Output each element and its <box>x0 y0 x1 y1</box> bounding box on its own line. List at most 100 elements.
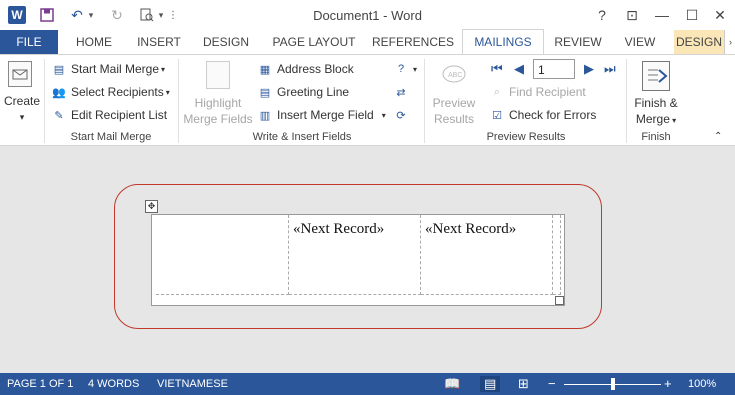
tab-table-design[interactable]: DESIGN <box>674 30 724 54</box>
zoom-slider-thumb[interactable] <box>610 378 615 390</box>
select-recipients-button[interactable]: 👥 Select Recipients ▾ <box>52 85 170 99</box>
separator <box>626 59 627 143</box>
preview-label-line2: Results <box>433 112 474 126</box>
close-button[interactable]: ✕ <box>710 5 730 25</box>
read-mode-icon[interactable]: 📖 <box>444 376 460 392</box>
table-cell[interactable] <box>156 215 289 295</box>
table-move-handle-icon[interactable]: ✥ <box>145 200 158 213</box>
highlight-label-line1: Highlight <box>194 96 242 110</box>
address-block-label: Address Block <box>277 62 354 76</box>
update-labels-button[interactable]: ⟳ <box>394 108 413 122</box>
first-record-icon[interactable]: ⏮ <box>491 61 503 77</box>
address-block-icon: ▦ <box>259 63 271 76</box>
finish-label-line2-text: Merge <box>635 112 670 126</box>
tab-review[interactable]: REVIEW <box>550 30 606 54</box>
table-resize-handle[interactable] <box>555 296 564 305</box>
find-recipient-button[interactable]: ⌕ Find Recipient <box>490 85 586 99</box>
tab-design[interactable]: DESIGN <box>198 30 254 54</box>
tab-view[interactable]: VIEW <box>616 30 664 54</box>
edit-recipient-list-label: Edit Recipient List <box>71 108 168 122</box>
separator <box>178 59 179 143</box>
label-table[interactable]: «Next Record» «Next Record» <box>151 214 565 306</box>
tab-scroll-right-icon[interactable]: › <box>724 30 735 54</box>
check-errors-icon: ☑ <box>492 109 502 122</box>
insert-merge-field-label: Insert Merge Field <box>277 108 374 122</box>
group-label-preview-results: Preview Results <box>486 131 566 143</box>
tab-insert[interactable]: INSERT <box>132 30 186 54</box>
zoom-out-icon[interactable]: − <box>548 376 556 391</box>
find-recipient-label: Find Recipient <box>509 85 586 99</box>
check-for-errors-button[interactable]: ☑ Check for Errors <box>490 108 596 122</box>
edit-recipient-list-button[interactable]: ✎ Edit Recipient List <box>52 108 167 122</box>
tab-page-layout[interactable]: PAGE LAYOUT <box>268 30 360 54</box>
highlight-merge-fields-button[interactable]: Highlight Merge Fields <box>182 95 254 127</box>
separator <box>424 59 425 143</box>
finish-merge-button[interactable]: Finish & Merge ▾ <box>628 95 684 129</box>
update-labels-icon: ⟳ <box>396 109 406 122</box>
preview-label-line1: Preview <box>432 96 476 110</box>
finish-merge-icon <box>642 61 670 91</box>
title-bar: W ↶ ▾ ↻ ▾ ⋮ Document1 - Word ? ⊡ — ☐ ✕ <box>0 0 735 30</box>
preview-results-icon: ABC <box>441 63 467 85</box>
tab-file[interactable]: FILE <box>0 30 58 54</box>
create-envelope-icon[interactable] <box>8 61 32 87</box>
chevron-down-icon: ▾ <box>413 64 418 74</box>
edit-list-icon: ✎ <box>54 109 64 122</box>
page-count[interactable]: PAGE 1 OF 1 <box>7 378 73 390</box>
zoom-level[interactable]: 100% <box>688 378 716 390</box>
group-label-start-mail-merge: Start Mail Merge <box>70 131 152 143</box>
select-recipients-label: Select Recipients <box>71 85 164 99</box>
tab-home[interactable]: HOME <box>68 30 120 54</box>
insert-merge-field-button[interactable]: ▥ Insert Merge Field ▾ <box>258 108 386 122</box>
insert-merge-field-icon: ▥ <box>259 109 271 122</box>
start-mail-merge-label: Start Mail Merge <box>71 62 160 76</box>
find-recipient-icon: ⌕ <box>493 85 501 98</box>
check-for-errors-label: Check for Errors <box>509 108 597 122</box>
select-recipients-icon: 👥 <box>52 86 66 99</box>
table-cell[interactable]: «Next Record» <box>421 215 553 295</box>
last-record-icon[interactable]: ⏭ <box>604 61 616 77</box>
collapse-ribbon-icon[interactable]: ⌃ <box>714 131 722 142</box>
tab-references[interactable]: REFERENCES <box>372 30 454 54</box>
address-block-button[interactable]: ▦ Address Block <box>258 62 354 76</box>
preview-results-button[interactable]: Preview Results <box>428 95 480 127</box>
status-bar: PAGE 1 OF 1 4 WORDS VIETNAMESE 📖 ▤ ⊞ − +… <box>0 373 735 395</box>
ribbon-display-options-button[interactable]: ⊡ <box>622 5 642 25</box>
separator <box>44 59 45 143</box>
ribbon: Create ▾ ▤ Start Mail Merge ▾ 👥 Select R… <box>0 54 735 146</box>
rules-button[interactable]: ? ▾ <box>394 62 417 76</box>
table-cell[interactable]: «Next Record» <box>289 215 421 295</box>
start-mail-merge-button[interactable]: ▤ Start Mail Merge ▾ <box>52 62 165 76</box>
greeting-line-button[interactable]: ▤ Greeting Line <box>258 85 349 99</box>
minimize-button[interactable]: — <box>652 5 672 25</box>
create-dropdown-icon[interactable]: ▾ <box>12 109 32 125</box>
language-indicator[interactable]: VIETNAMESE <box>157 378 228 390</box>
print-layout-icon[interactable]: ▤ <box>480 376 501 392</box>
rules-icon: ? <box>397 63 405 75</box>
maximize-button[interactable]: ☐ <box>682 5 702 25</box>
chevron-down-icon: ▾ <box>669 116 677 125</box>
finish-label-line2: Merge ▾ <box>628 111 684 129</box>
ribbon-tabs: FILE HOME INSERT DESIGN PAGE LAYOUT REFE… <box>0 29 735 56</box>
help-button[interactable]: ? <box>592 5 612 25</box>
group-label-write-insert-fields: Write & Insert Fields <box>252 131 352 143</box>
highlight-merge-fields-icon <box>206 61 230 89</box>
highlight-label-line2: Merge Fields <box>183 112 253 126</box>
tab-mailings[interactable]: MAILINGS <box>462 29 544 56</box>
web-layout-icon[interactable]: ⊞ <box>518 376 529 392</box>
greeting-line-icon: ▤ <box>259 86 271 99</box>
chevron-down-icon: ▾ <box>161 64 166 74</box>
chevron-down-icon: ▾ <box>165 87 170 97</box>
match-fields-button[interactable]: ⇄ <box>394 85 413 99</box>
previous-record-icon[interactable]: ◀ <box>514 61 524 77</box>
svg-text:ABC: ABC <box>448 72 462 79</box>
create-button[interactable]: Create <box>2 93 42 109</box>
word-count[interactable]: 4 WORDS <box>88 378 139 390</box>
group-label-finish: Finish <box>641 131 671 143</box>
next-record-icon[interactable]: ▶ <box>584 61 594 77</box>
match-fields-icon: ⇄ <box>396 86 406 99</box>
table-cell[interactable] <box>553 215 561 295</box>
record-number-input[interactable]: 1 <box>533 59 575 79</box>
zoom-in-icon[interactable]: + <box>664 376 672 391</box>
chevron-down-icon: ▾ <box>381 110 386 120</box>
